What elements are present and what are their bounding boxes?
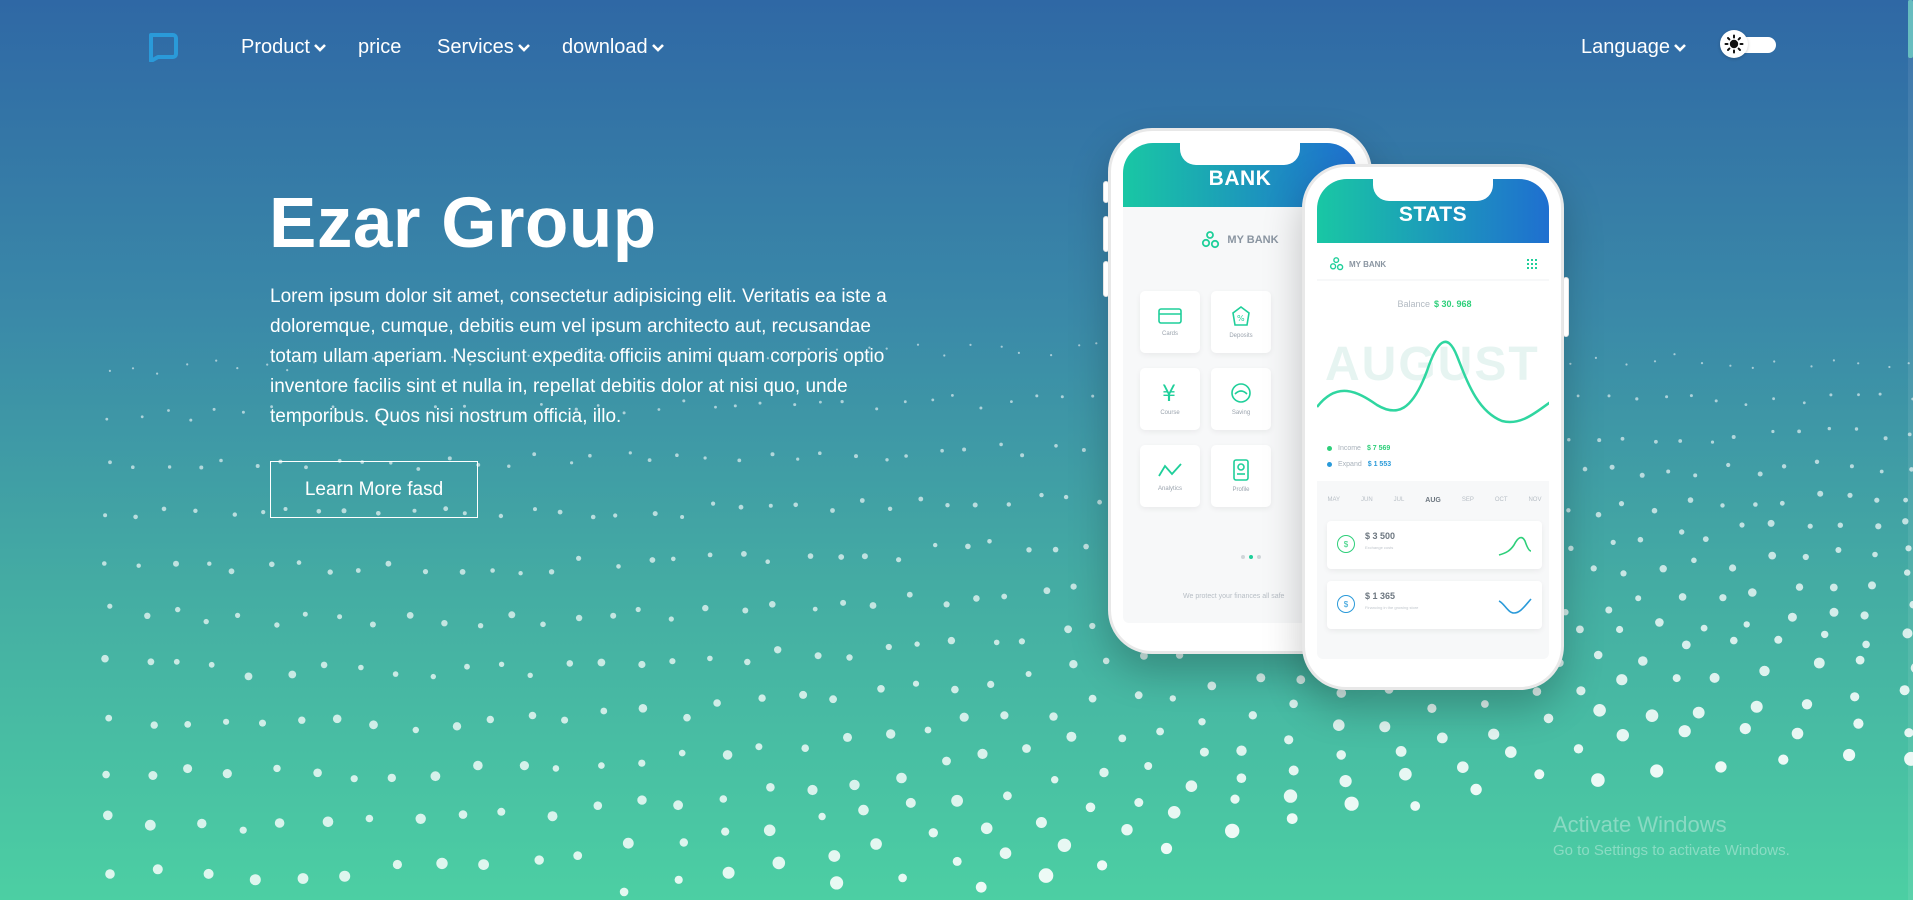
stats-chart-card: Balance $ 30. 968 AUGUST Income $ 7 569 E… [1317,281,1549,481]
tile-cards[interactable]: Cards [1140,291,1200,353]
bank-brand-label: MY BANK [1227,234,1279,246]
transaction-card[interactable]: $ $ 3 500 Exchange costs [1327,521,1542,569]
navbar: Product price Services download Language [0,0,1913,97]
sparkline-down-icon [1498,598,1532,614]
nav-services[interactable]: Services [437,36,531,59]
tile-pager[interactable] [1241,555,1261,559]
month-option[interactable]: JUL [1394,497,1405,504]
stats-brand-label: MY BANK [1349,259,1387,269]
tile-label: Analytics [1157,486,1182,492]
transaction-card[interactable]: $ $ 1 365 Financing in the growing store [1327,581,1542,629]
card-icon [1158,308,1182,324]
transaction-sub: Exchange costs [1365,545,1394,550]
legend-income: Income $ 7 569 [1327,445,1390,452]
transaction-sub: Financing in the growing store [1365,605,1419,610]
tile-label: Deposits [1229,333,1253,339]
month-option[interactable]: SEP [1462,497,1474,504]
nav-services-label: Services [437,36,514,58]
tile-label: Profile [1232,487,1250,493]
yen-icon: ¥ [1162,382,1176,404]
chevron-down-icon [1674,43,1686,52]
stats-phone-mockup: STATS MY BANK Balance $ 30. 968 AUGUST I… [1302,164,1569,690]
legend-value: $ 7 569 [1366,445,1391,452]
dollar-icon: $ [1337,535,1355,553]
month-option[interactable]: NOV [1528,497,1541,504]
phone-side-button [1563,277,1569,337]
tile-course[interactable]: ¥ Course [1140,368,1200,430]
sparkline-up-icon [1498,536,1532,556]
tile-label: Cards [1161,331,1178,337]
svg-text:¥: ¥ [1162,382,1176,404]
balance-label: Balance [1397,299,1430,309]
income-line-chart [1317,340,1549,424]
windows-activation-watermark: Activate Windows Go to Settings to activ… [1553,812,1790,859]
tile-label: Saving [1231,410,1251,416]
phone-notch [1180,143,1300,165]
pager-dot[interactable] [1257,555,1261,559]
page-scrollbar[interactable] [1908,0,1913,900]
learn-more-button[interactable]: Learn More fasd [270,461,478,518]
nav-download-label: download [562,36,648,58]
molecule-logo-icon [1202,231,1220,249]
balance-row: Balance $ 30. 968 [1317,299,1549,309]
language-label: Language [1581,36,1670,58]
phone-side-button [1103,216,1109,252]
nav-price[interactable]: price [358,36,401,59]
tile-label: Course [1160,410,1180,416]
tile-profile[interactable]: Profile [1211,445,1271,507]
phone-side-button [1103,261,1109,297]
pager-dot[interactable] [1241,555,1245,559]
transaction-amount: $ 1 365 [1365,591,1396,601]
nav-download[interactable]: download [562,36,665,59]
hero-description: Lorem ipsum dolor sit amet, consectetur … [270,286,887,427]
chevron-down-icon [517,43,530,52]
legend-dot [1327,446,1332,451]
bank-footer-note: We protect your finances all safe [1183,593,1285,600]
saving-icon [1231,383,1251,403]
phone-side-button [1103,181,1109,203]
nav-price-label: price [358,36,402,58]
analytics-icon [1158,463,1182,477]
month-selector[interactable]: MAY JUN JUL AUG SEP OCT NOV [1317,497,1549,504]
molecule-logo-icon [1329,257,1344,271]
legend-value: $ 1 553 [1367,461,1392,468]
svg-text:%: % [1237,314,1245,323]
balance-value: $ 30. 968 [1433,299,1472,309]
legend-label: Income [1338,445,1361,452]
chevron-down-icon [651,43,664,52]
month-option[interactable]: JUN [1361,497,1373,504]
dollar-icon: $ [1337,595,1355,613]
month-option[interactable]: OCT [1495,497,1508,504]
stats-topbar: MY BANK [1317,243,1549,279]
profile-icon [1233,459,1249,481]
legend-dot [1327,462,1332,467]
grid-menu-icon[interactable] [1527,259,1537,269]
tile-deposits[interactable]: % Deposits [1211,291,1271,353]
stats-brand: MY BANK [1329,257,1386,271]
tile-analytics[interactable]: Analytics [1140,445,1200,507]
month-option-active[interactable]: AUG [1425,497,1441,504]
tile-saving[interactable]: Saving [1211,368,1271,430]
phone-notch [1373,179,1493,201]
particle-wave-background [101,342,1913,897]
hero-title: Ezar Group [269,184,657,263]
chat-bubble-logo-icon[interactable] [146,30,178,63]
pager-dot-active[interactable] [1249,555,1253,559]
legend-label: Expand [1338,461,1362,468]
nav-product-label: Product [241,36,310,58]
activation-subtitle: Go to Settings to activate Windows. [1553,842,1790,859]
toggle-knob [1720,30,1748,58]
chevron-down-icon [314,43,326,52]
stats-screen: STATS MY BANK Balance $ 30. 968 AUGUST I… [1317,179,1549,659]
sun-icon [1724,34,1744,54]
legend-expand: Expand $ 1 553 [1327,461,1391,468]
piggy-bank-icon: % [1232,306,1250,326]
activation-title: Activate Windows [1553,812,1727,837]
nav-product[interactable]: Product [241,36,327,59]
transaction-amount: $ 3 500 [1365,531,1396,541]
theme-toggle[interactable] [1720,30,1776,58]
language-dropdown[interactable]: Language [1581,36,1687,59]
month-option[interactable]: MAY [1327,497,1340,504]
